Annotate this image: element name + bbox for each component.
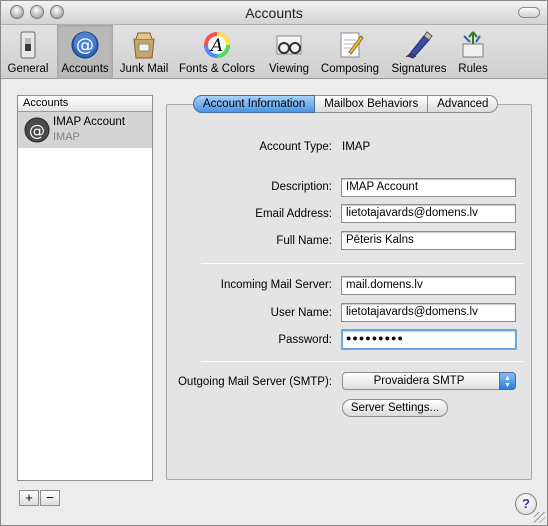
- toolbar-toggle-button[interactable]: [518, 7, 540, 18]
- svg-text:A: A: [209, 36, 223, 56]
- outgoing-mail-server-value: Provaidera SMTP: [373, 375, 465, 387]
- preferences-toolbar: General @ Accounts Junk Mail A Fonts & C…: [1, 25, 547, 79]
- toolbar-accounts[interactable]: @ Accounts: [57, 25, 113, 79]
- description-label: Description:: [271, 181, 332, 193]
- glasses-icon: [276, 35, 302, 55]
- svg-text:@: @: [29, 121, 45, 140]
- toolbar-composing-label: Composing: [320, 63, 380, 75]
- outgoing-mail-server-popup[interactable]: Provaidera SMTP ▲ ▼: [342, 372, 516, 390]
- toolbar-junk-mail[interactable]: Junk Mail: [115, 25, 173, 79]
- password-field[interactable]: ●●●●●●●●●: [341, 329, 517, 350]
- remove-account-button[interactable]: −: [40, 490, 60, 506]
- email-address-field[interactable]: lietotajavards@domens.lv: [341, 204, 516, 223]
- toolbar-accounts-label: Accounts: [61, 63, 109, 75]
- full-name-label: Full Name:: [276, 235, 332, 247]
- toolbar-signatures[interactable]: Signatures: [387, 25, 451, 79]
- popup-arrows-icon: ▲ ▼: [499, 372, 516, 390]
- toolbar-viewing[interactable]: Viewing: [263, 25, 315, 79]
- account-type-value: IMAP: [342, 141, 371, 153]
- email-address-label: Email Address:: [255, 208, 332, 220]
- toolbar-junk-mail-label: Junk Mail: [119, 63, 169, 75]
- account-name: IMAP Account: [53, 116, 126, 128]
- at-sign-icon: @: [24, 117, 50, 143]
- password-label: Password:: [278, 334, 332, 346]
- incoming-mail-server-label: Incoming Mail Server:: [220, 279, 332, 291]
- account-type: IMAP: [53, 131, 80, 143]
- tab-mailbox-behaviors[interactable]: Mailbox Behaviors: [315, 95, 429, 113]
- toolbar-signatures-label: Signatures: [391, 63, 447, 75]
- junk-mail-bag-icon: [133, 32, 155, 59]
- outgoing-mail-server-label: Outgoing Mail Server (SMTP):: [177, 376, 332, 388]
- at-sign-icon: @: [71, 31, 99, 59]
- toolbar-rules[interactable]: Rules: [453, 25, 493, 79]
- account-type-label: Account Type:: [259, 141, 332, 153]
- toolbar-general-label: General: [7, 63, 49, 75]
- svg-text:@: @: [76, 35, 94, 56]
- add-account-button[interactable]: +: [19, 490, 39, 506]
- account-row-imap[interactable]: @ IMAP Account IMAP: [18, 112, 152, 148]
- preferences-window: Accounts General @ Accounts Junk Mail A …: [0, 0, 548, 526]
- tab-account-information[interactable]: Account Information: [193, 95, 316, 113]
- font-color-wheel-icon: A: [204, 32, 230, 58]
- toolbar-composing[interactable]: Composing: [317, 25, 383, 79]
- user-name-field[interactable]: lietotajavards@domens.lv: [341, 303, 516, 322]
- rules-arrows-icon: [462, 31, 484, 58]
- light-switch-icon: [20, 31, 36, 59]
- incoming-mail-server-field[interactable]: mail.domens.lv: [341, 276, 516, 295]
- notepad-pencil-icon: [340, 32, 364, 58]
- account-tabs: Account Information Mailbox Behaviors Ad…: [193, 95, 499, 113]
- title-bar[interactable]: Accounts: [1, 1, 547, 25]
- resize-grip-icon[interactable]: [534, 512, 545, 523]
- user-name-label: User Name:: [270, 307, 332, 319]
- full-name-field[interactable]: Pēteris Kalns: [341, 231, 516, 250]
- description-field[interactable]: IMAP Account: [341, 178, 516, 197]
- fountain-pen-icon: [405, 31, 433, 59]
- toolbar-rules-label: Rules: [458, 63, 488, 75]
- server-settings-button[interactable]: Server Settings...: [342, 399, 448, 417]
- separator: [201, 263, 523, 264]
- window-title: Accounts: [245, 5, 303, 21]
- accounts-list-header: Accounts: [18, 96, 152, 112]
- separator: [201, 361, 523, 362]
- tab-advanced[interactable]: Advanced: [428, 95, 499, 113]
- toolbar-general[interactable]: General: [3, 25, 53, 79]
- accounts-list[interactable]: Accounts @ IMAP Account IMAP: [17, 95, 153, 481]
- toolbar-fonts-colors[interactable]: A Fonts & Colors: [175, 25, 259, 79]
- toolbar-fonts-colors-label: Fonts & Colors: [178, 63, 256, 75]
- toolbar-viewing-label: Viewing: [268, 63, 310, 75]
